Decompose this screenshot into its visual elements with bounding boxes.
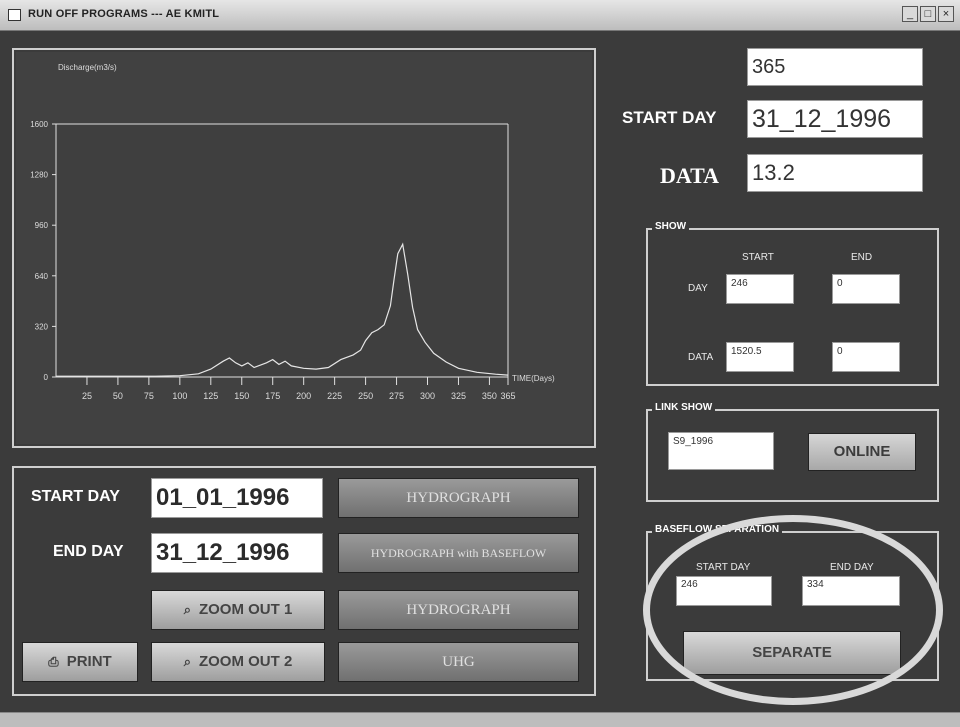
show-day-end-field[interactable]: 0: [832, 274, 900, 304]
online-button[interactable]: ONLINE: [808, 433, 916, 471]
controls-start-day-field[interactable]: 01_01_1996: [151, 478, 323, 518]
print-label: PRINT: [66, 653, 112, 670]
chart-frame: [12, 48, 596, 448]
show-data-label: DATA: [688, 352, 714, 363]
title-bar: RUN OFF PROGRAMS --- AE KMITL _ □ ×: [0, 0, 960, 31]
show-data-end-field[interactable]: 0: [832, 342, 900, 372]
status-bar: [0, 712, 960, 727]
show-day-label: DAY: [688, 283, 708, 294]
link-show-caption: LINK SHOW: [652, 402, 716, 413]
hydrograph-button[interactable]: HYDROGRAPH: [338, 478, 579, 518]
app-icon: [8, 9, 21, 21]
show-data-start-field[interactable]: 1520.5: [726, 342, 794, 372]
top-data-field[interactable]: 13.2: [747, 154, 923, 192]
window-title: RUN OFF PROGRAMS --- AE KMITL: [28, 8, 220, 20]
controls-start-day-label: START DAY: [31, 488, 120, 505]
close-button[interactable]: ×: [938, 6, 954, 22]
data-label: DATA: [660, 163, 720, 188]
zoom-out-2-label: ZOOM OUT 2: [198, 653, 293, 670]
controls-end-day-field[interactable]: 31_12_1996: [151, 533, 323, 573]
show-caption: SHOW: [652, 221, 690, 232]
uhg-button[interactable]: UHG: [338, 642, 579, 682]
zoom-out-1-label: ZOOM OUT 1: [198, 601, 293, 618]
zoom-out-2-button[interactable]: ⌕ ZOOM OUT 2: [151, 642, 325, 682]
top-start-day-field[interactable]: 31_12_1996: [747, 100, 923, 138]
highlight-ellipse: [643, 515, 943, 705]
show-start-header: START: [742, 252, 774, 263]
printer-icon: ⎙: [48, 654, 59, 669]
link-show-field[interactable]: S9_1996: [668, 432, 774, 470]
start-day-label: START DAY: [622, 108, 717, 127]
minimize-button[interactable]: _: [902, 6, 918, 22]
days-count-field[interactable]: 365: [747, 48, 923, 86]
app-window: RUN OFF PROGRAMS --- AE KMITL _ □ × 0 320…: [0, 0, 960, 727]
show-end-header: END: [851, 252, 873, 263]
print-button[interactable]: ⎙ PRINT: [22, 642, 138, 682]
maximize-button[interactable]: □: [920, 6, 936, 22]
hydrograph-button-2[interactable]: HYDROGRAPH: [338, 590, 579, 630]
zoom-icon: ⌕: [183, 602, 191, 617]
controls-end-day-label: END DAY: [53, 543, 124, 560]
zoom-icon: ⌕: [183, 654, 191, 669]
hydrograph-with-baseflow-button[interactable]: HYDROGRAPH with BASEFLOW: [338, 533, 579, 573]
show-day-start-field[interactable]: 246: [726, 274, 794, 304]
zoom-out-1-button[interactable]: ⌕ ZOOM OUT 1: [151, 590, 325, 630]
